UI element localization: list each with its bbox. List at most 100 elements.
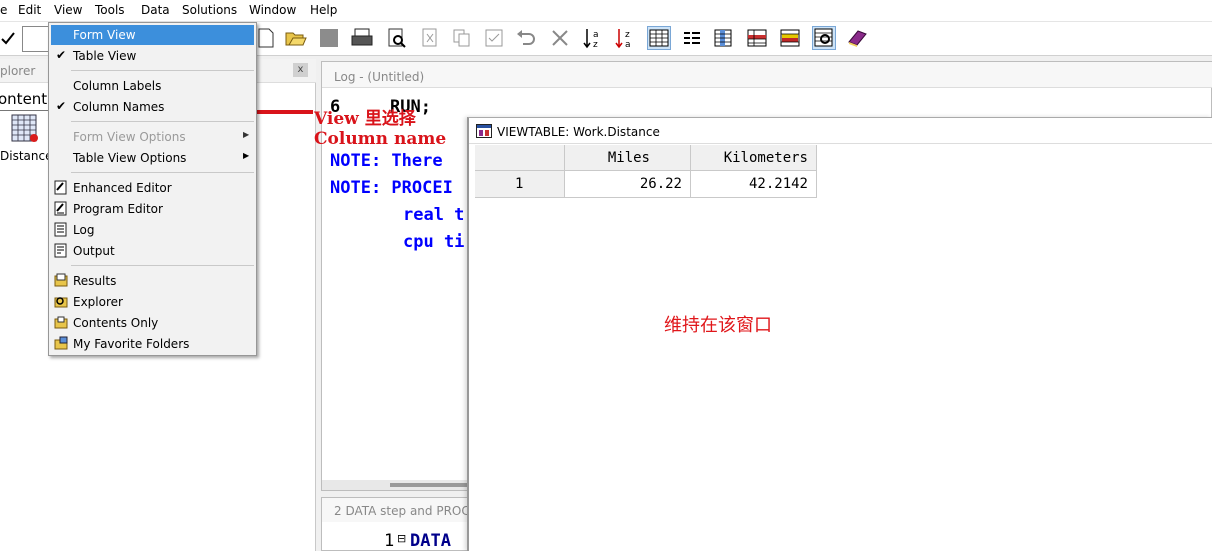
delete-icon[interactable] [548,26,572,50]
log-line: cpu ti [403,232,465,252]
horizontal-scrollbar[interactable] [322,480,472,490]
menu-separator [71,172,254,173]
open-folder-icon[interactable] [284,26,308,50]
collapse-icon[interactable]: ⊟ [397,532,406,545]
menu-solutions[interactable]: Solutions [182,3,237,17]
dataset-label[interactable]: Distance [0,149,52,163]
checkmark-tool-icon[interactable] [0,26,20,50]
close-icon[interactable]: x [293,63,308,77]
menu-item-contents-only[interactable]: Contents Only [51,313,254,333]
menu-item-column-names[interactable]: ✔ Column Names [51,97,254,117]
column-header[interactable]: Kilometers [691,145,817,171]
explorer-icon [54,297,68,308]
save-icon[interactable] [317,26,341,50]
menu-tools[interactable]: Tools [95,3,125,17]
menu-item-form-view[interactable]: Form View [51,25,254,45]
annotation-line2: Column name [314,129,447,149]
copy-icon[interactable] [450,26,474,50]
row-icon[interactable] [746,26,770,50]
program-editor-window: 2 DATA step and PROC 1 ⊟ DATA [321,497,472,551]
log-line: NOTE: PROCEI [330,178,453,198]
column-icon[interactable] [713,26,737,50]
program-title: 2 DATA step and PROC [322,498,472,522]
program-editor-icon [54,201,67,216]
print-preview-icon[interactable] [385,26,409,50]
menu-item-label: Log [73,223,95,237]
table-query-icon[interactable] [812,26,836,50]
cut-icon[interactable] [418,26,442,50]
sort-ascending-icon[interactable]: az [582,26,606,50]
enhanced-editor-icon [54,180,67,195]
annotation-line1: View 里选择 [314,109,416,129]
favorite-folders-icon [54,336,68,350]
menu-data[interactable]: Data [141,3,170,17]
menu-item-table-view-options[interactable]: Table View Options ▶ [51,148,254,168]
menu-item-label: Table View [73,49,137,63]
viewtable-window: VIEWTABLE: Work.Distance Miles Kilometer… [467,117,1212,551]
menu-item-label: Form View Options [73,130,186,144]
program-line-number: 1 [384,531,395,551]
viewtable-title: VIEWTABLE: Work.Distance [497,125,660,139]
results-icon [54,273,68,287]
menu-file[interactable]: e [0,3,7,17]
menu-item-column-labels[interactable]: Column Labels [51,76,254,96]
checkmark-icon: ✔ [56,99,67,113]
form-view-icon[interactable] [680,26,704,50]
menu-item-label: Results [73,274,117,288]
menu-view[interactable]: View [54,3,82,17]
menu-separator [71,70,254,71]
menu-help[interactable]: Help [310,3,337,17]
menu-item-my-favorite-folders[interactable]: My Favorite Folders [51,334,254,354]
annotation-keep-window: 维持在该窗口 [664,315,772,336]
table-view-icon[interactable] [647,26,671,50]
row-header[interactable]: 1 [475,171,565,198]
explorer-title: plorer [0,64,36,78]
svg-text:z: z [593,40,598,49]
program-line: DATA [410,531,451,551]
menu-window[interactable]: Window [249,3,296,17]
menu-edit[interactable]: Edit [18,3,41,17]
menu-item-explorer[interactable]: Explorer [51,292,254,312]
svg-text:a: a [593,30,599,40]
menu-item-log[interactable]: Log [51,220,254,240]
menu-item-label: Contents Only [73,316,159,330]
menu-item-results[interactable]: Results [51,271,254,291]
table-cell[interactable]: 42.2142 [691,171,817,198]
sort-descending-icon[interactable]: za [614,26,638,50]
submenu-arrow-icon: ▶ [243,130,250,139]
undo-icon[interactable] [514,26,538,50]
new-icon[interactable] [254,26,278,50]
book-icon[interactable] [845,26,869,50]
menu-item-label: Explorer [73,295,123,309]
menu-item-label: Column Names [73,100,165,114]
svg-text:a: a [625,40,631,49]
column-header[interactable]: Miles [565,145,691,171]
menu-item-table-view[interactable]: ✔ Table View [51,46,254,66]
contents-only-icon [54,316,68,329]
menu-item-output[interactable]: Output [51,241,254,261]
menu-bar: e Edit View Tools Data Solutions Window … [0,0,1212,22]
menu-item-label: Enhanced Editor [73,181,172,195]
log-title: Log - (Untitled) [322,62,1212,88]
highlight-table-icon[interactable] [779,26,803,50]
corner-header[interactable] [475,145,565,171]
menu-item-label: My Favorite Folders [73,337,190,351]
paste-icon[interactable] [482,26,506,50]
menu-item-label: Column Labels [73,79,162,93]
menu-item-form-view-options[interactable]: Form View Options ▶ [51,127,254,147]
menu-item-program-editor[interactable]: Program Editor [51,199,254,219]
dataset-icon[interactable] [11,114,39,144]
menu-item-label: Table View Options [73,151,187,165]
print-icon[interactable] [350,26,374,50]
viewtable-titlebar: VIEWTABLE: Work.Distance [469,118,1212,144]
menu-item-label: Program Editor [73,202,163,216]
table-cell[interactable]: 26.22 [565,171,691,198]
menu-item-enhanced-editor[interactable]: Enhanced Editor [51,178,254,198]
explorer-tab-label: ontent [0,90,48,108]
log-line: NOTE: There [330,151,443,171]
viewtable-window-icon [476,124,492,138]
checkmark-icon: ✔ [56,48,67,62]
svg-text:z: z [625,30,630,40]
log-line: real t [403,205,465,225]
menu-separator [71,121,254,122]
